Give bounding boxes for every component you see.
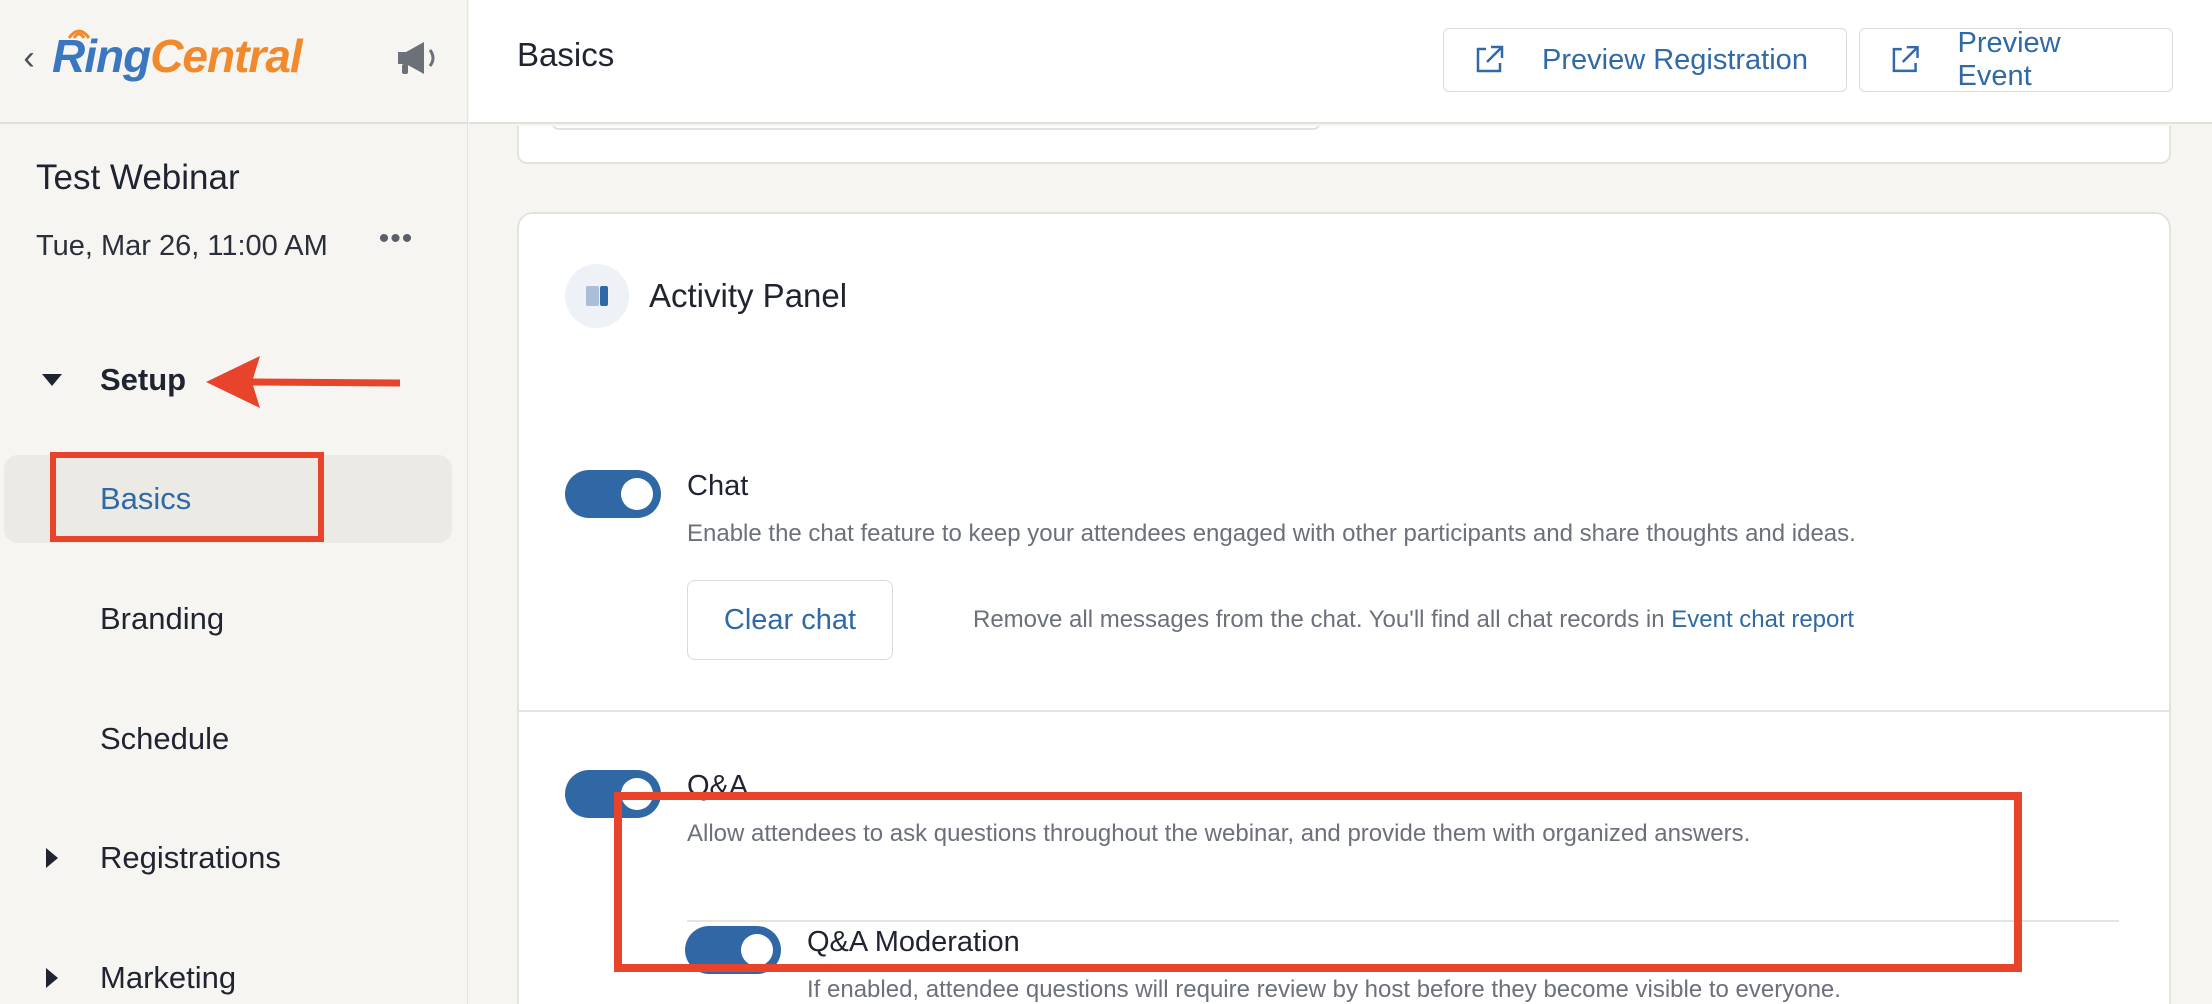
- preview-event-button[interactable]: Preview Event: [1859, 27, 2173, 92]
- nav-item-schedule[interactable]: Schedule: [4, 695, 452, 783]
- event-date: Tue, Mar 26, 11:00 AM: [36, 230, 328, 262]
- caret-right-icon: [40, 966, 64, 990]
- nav-section-marketing[interactable]: Marketing: [40, 948, 236, 1004]
- top-header: Basics Preview Registration Preview Even…: [469, 0, 2212, 124]
- activity-panel-header: Activity Panel: [565, 264, 847, 328]
- annotation-box-qa-moderation: [614, 792, 2022, 972]
- panel-layout-icon: [565, 264, 629, 328]
- chat-toggle[interactable]: [565, 470, 661, 518]
- annotation-arrow-icon: [206, 356, 401, 408]
- clear-chat-button[interactable]: Clear chat: [687, 580, 893, 660]
- clear-chat-note-text: Remove all messages from the chat. You'l…: [973, 606, 1672, 633]
- nav-section-setup[interactable]: Setup: [40, 350, 186, 410]
- caret-down-icon: [40, 368, 64, 392]
- event-chat-report-link[interactable]: Event chat report: [1671, 606, 1854, 633]
- nav-section-registrations[interactable]: Registrations: [40, 828, 281, 888]
- more-options-icon[interactable]: •••: [378, 224, 414, 264]
- sidebar-header: ‹ RingCentral: [0, 0, 468, 124]
- app-root: ‹ RingCentral Test Webinar Tue, Mar 26, …: [0, 0, 2212, 1004]
- sidebar: ‹ RingCentral Test Webinar Tue, Mar 26, …: [0, 0, 468, 1004]
- external-link-icon: [1892, 45, 1919, 73]
- page-title: Basics: [517, 36, 615, 73]
- external-link-icon: [1476, 45, 1504, 73]
- logo-signal-icon: [67, 29, 91, 39]
- preview-event-label: Preview Event: [1957, 27, 2061, 92]
- nav-section-label: Marketing: [100, 960, 237, 995]
- chat-description: Enable the chat feature to keep your att…: [687, 520, 1856, 547]
- preview-registration-label: Preview Registration: [1542, 43, 1808, 76]
- qa-moderation-description: If enabled, attendee questions will requ…: [807, 976, 1841, 1003]
- megaphone-icon[interactable]: [392, 38, 440, 78]
- nav-item-label: Branding: [100, 601, 225, 636]
- nav-item-branding[interactable]: Branding: [4, 575, 452, 663]
- previous-settings-card: [517, 126, 2171, 164]
- section-divider: [519, 710, 2169, 712]
- back-chevron-icon[interactable]: ‹: [16, 40, 42, 76]
- preview-registration-button[interactable]: Preview Registration: [1443, 28, 1847, 92]
- annotation-box-basics: [50, 452, 324, 542]
- nav-item-label: Schedule: [100, 721, 230, 756]
- previous-card-field: [551, 126, 1321, 130]
- activity-panel-title: Activity Panel: [649, 277, 848, 314]
- nav-section-label: Setup: [100, 362, 187, 397]
- event-title: Test Webinar: [36, 158, 240, 197]
- clear-chat-note: Remove all messages from the chat. You'l…: [973, 606, 1854, 634]
- nav-section-label: Registrations: [100, 840, 281, 875]
- logo-central-text: Central: [150, 30, 302, 82]
- caret-right-icon: [40, 846, 64, 870]
- chat-title: Chat: [687, 470, 749, 502]
